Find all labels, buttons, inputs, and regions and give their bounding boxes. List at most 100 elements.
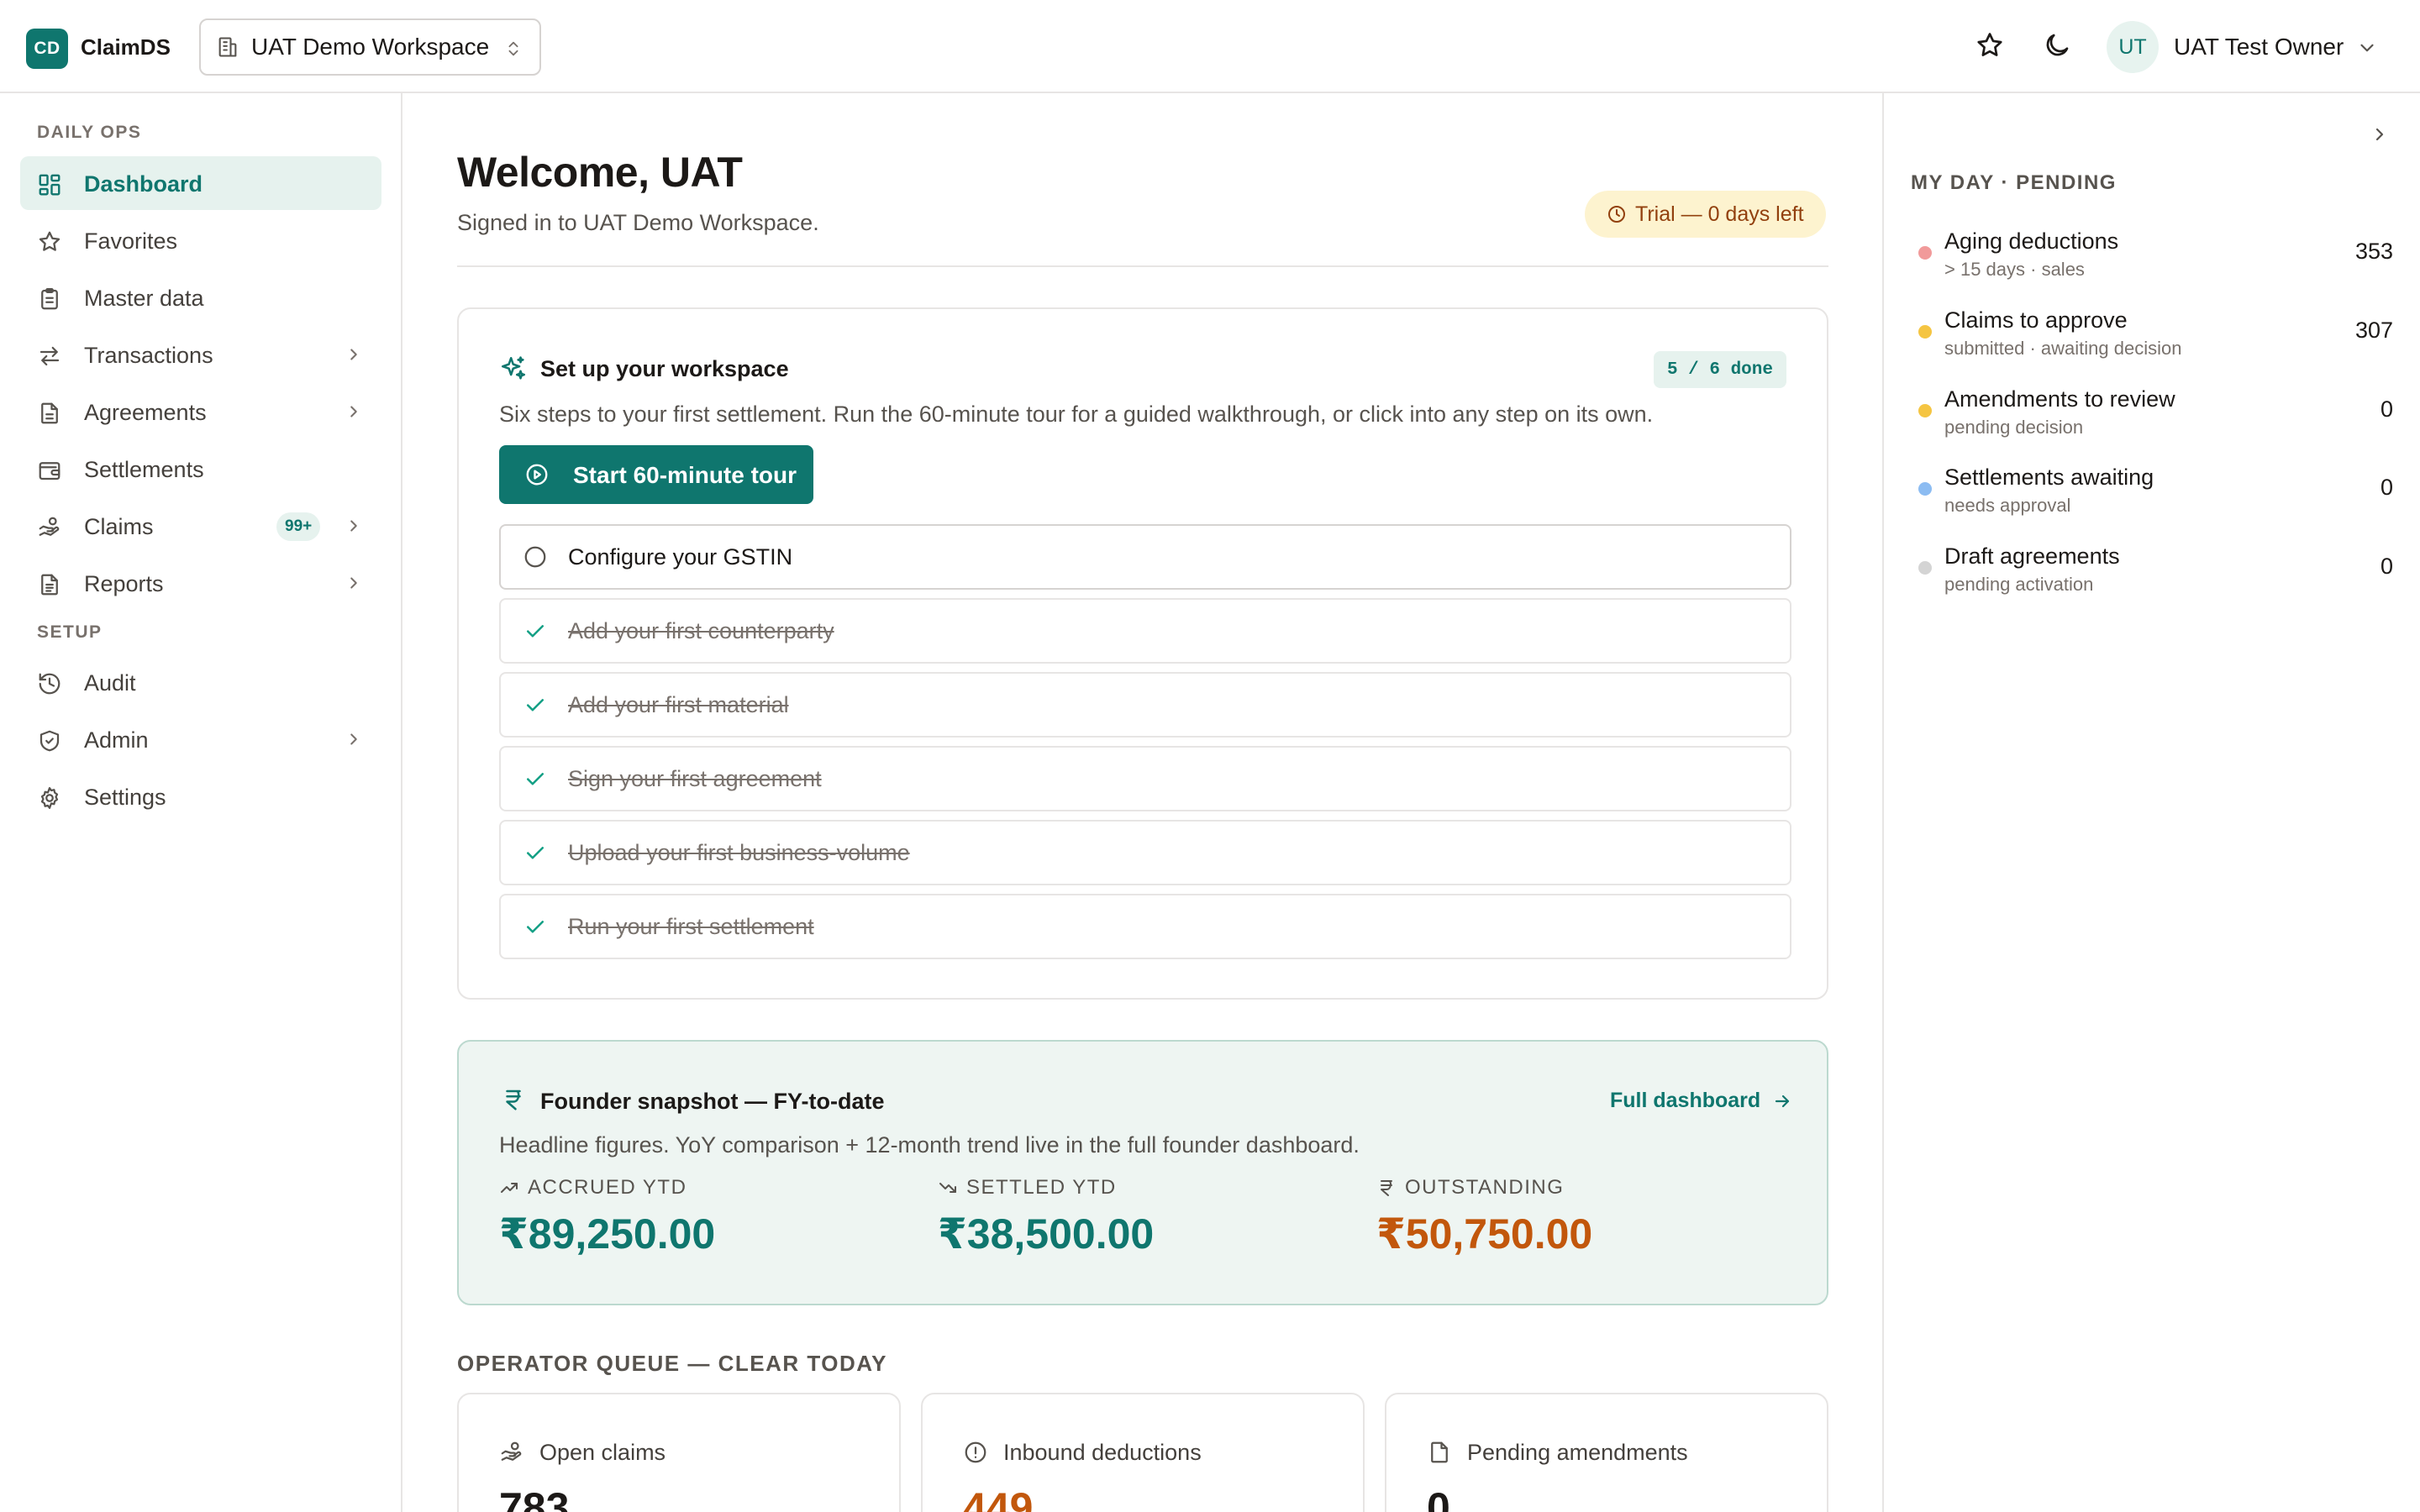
status-dot: [1918, 325, 1932, 339]
app-name[interactable]: ClaimDS: [81, 34, 171, 60]
claims-count-badge: 99+: [276, 512, 321, 541]
my-day-item-sub: needs approval: [1944, 495, 2071, 516]
trial-label: Trial — 0 days left: [1635, 202, 1804, 226]
queue-card-inbound-deductions[interactable]: Inbound deductions 449: [921, 1393, 1365, 1512]
workspace-switcher[interactable]: UAT Demo Workspace: [199, 18, 541, 76]
my-day-item-title: Aging deductions: [1944, 228, 2119, 254]
empty-circle-icon: [523, 544, 548, 570]
chevron-right-icon: [345, 517, 363, 535]
step-label: Upload your first business-volume: [568, 840, 910, 865]
divider: [457, 265, 1828, 267]
setup-step-settlement[interactable]: Run your first settlement: [499, 894, 1791, 959]
step-label: Add your first counterparty: [568, 618, 834, 643]
sidebar-item-label: Favorites: [84, 228, 178, 254]
my-day-item-amendments[interactable]: Amendments to review pending decision 0: [1911, 386, 2393, 445]
sidebar-item-label: Audit: [84, 670, 136, 696]
workspace-name: UAT Demo Workspace: [251, 34, 490, 60]
chevrons-up-down-icon: [504, 37, 523, 60]
status-dot: [1918, 404, 1932, 417]
step-label: Configure your GSTIN: [568, 544, 793, 570]
status-dot: [1918, 561, 1932, 575]
my-day-item-settlements-awaiting[interactable]: Settlements awaiting needs approval 0: [1911, 465, 2393, 523]
setup-description: Six steps to your first settlement. Run …: [499, 402, 1654, 427]
sidebar-item-admin[interactable]: Admin: [20, 712, 381, 766]
check-icon: [523, 840, 548, 865]
status-dot: [1918, 482, 1932, 496]
moon-icon[interactable]: [2042, 30, 2072, 60]
setup-step-agreement[interactable]: Sign your first agreement: [499, 746, 1791, 811]
clock-icon: [1607, 204, 1627, 224]
queue-value: 783: [499, 1484, 570, 1512]
check-icon: [523, 618, 548, 643]
queue-card-open-claims[interactable]: Open claims 783: [457, 1393, 901, 1512]
sidebar-item-label: Master data: [84, 286, 204, 311]
sidebar-item-favorites[interactable]: Favorites: [20, 213, 381, 267]
hand-coins-icon: [37, 515, 62, 540]
setup-title: Set up your workspace: [540, 356, 789, 381]
sidebar-item-settlements[interactable]: Settlements: [20, 442, 381, 496]
report-icon: [37, 572, 62, 597]
my-day-item-sub: > 15 days · sales: [1944, 259, 2085, 280]
setup-progress-badge: 5 / 6 done: [1653, 351, 1786, 388]
metric-settled-ytd: SETTLED YTD ₹38,500.00: [938, 1176, 1154, 1258]
setup-step-business-volume[interactable]: Upload your first business-volume: [499, 820, 1791, 885]
user-name[interactable]: UAT Test Owner: [2174, 34, 2344, 60]
alert-circle-icon: [963, 1440, 988, 1465]
chevron-down-icon[interactable]: [2356, 37, 2378, 59]
sidebar-item-label: Dashboard: [84, 171, 203, 197]
queue-value: 449: [963, 1484, 1034, 1512]
chevron-right-icon: [345, 730, 363, 748]
metric-accrued-ytd: ACCRUED YTD ₹89,250.00: [499, 1176, 715, 1258]
avatar[interactable]: UT: [2107, 21, 2159, 73]
sidebar-item-dashboard[interactable]: Dashboard: [20, 156, 381, 210]
sidebar-item-label: Agreements: [84, 400, 207, 425]
sidebar-item-reports[interactable]: Reports: [20, 556, 381, 610]
sidebar-item-audit[interactable]: Audit: [20, 655, 381, 709]
check-icon: [523, 692, 548, 717]
page-title: Welcome, UAT: [457, 149, 743, 196]
arrows-left-right-icon: [37, 344, 62, 369]
queue-card-pending-amendments[interactable]: Pending amendments 0: [1385, 1393, 1828, 1512]
sidebar-item-transactions[interactable]: Transactions: [20, 328, 381, 381]
app-logo[interactable]: CD: [26, 29, 68, 69]
signed-in-text: Signed in to UAT Demo Workspace.: [457, 210, 819, 235]
my-day-title: MY DAY · PENDING: [1911, 171, 2117, 194]
sidebar-item-agreements[interactable]: Agreements: [20, 385, 381, 438]
collapse-panel-chevron-icon[interactable]: [2370, 124, 2390, 144]
my-day-item-title: Draft agreements: [1944, 543, 2120, 569]
snapshot-title: Founder snapshot — FY-to-date: [540, 1089, 885, 1114]
metric-label: SETTLED YTD: [966, 1176, 1117, 1199]
trending-down-icon: [938, 1178, 958, 1198]
queue-label: Pending amendments: [1467, 1440, 1688, 1465]
setup-step-configure-gstin[interactable]: Configure your GSTIN: [499, 524, 1791, 590]
queue-value: 0: [1427, 1484, 1450, 1512]
metric-value: ₹89,250.00: [499, 1210, 716, 1257]
section-label-setup: SETUP: [37, 622, 103, 642]
arrow-right-icon: [1772, 1091, 1792, 1111]
my-day-item-claims-to-approve[interactable]: Claims to approve submitted · awaiting d…: [1911, 307, 2393, 366]
queue-label: Inbound deductions: [1003, 1440, 1202, 1465]
setup-workspace-card: Set up your workspace 5 / 6 done Six ste…: [457, 307, 1828, 1000]
my-day-item-count: 0: [2380, 554, 2393, 579]
sidebar-item-claims[interactable]: Claims 99+: [20, 499, 381, 553]
trial-badge: Trial — 0 days left: [1585, 191, 1826, 238]
start-tour-button[interactable]: Start 60-minute tour: [499, 445, 813, 504]
founder-snapshot-card: Founder snapshot — FY-to-date Full dashb…: [457, 1040, 1828, 1305]
trending-up-icon: [499, 1178, 519, 1198]
my-day-item-draft-agreements[interactable]: Draft agreements pending activation 0: [1911, 543, 2393, 602]
my-day-item-aging-deductions[interactable]: Aging deductions > 15 days · sales 353: [1911, 228, 2393, 287]
setup-step-material[interactable]: Add your first material: [499, 672, 1791, 738]
my-day-item-count: 353: [2354, 239, 2393, 264]
step-label: Add your first material: [568, 692, 789, 717]
sidebar-item-label: Admin: [84, 727, 149, 753]
sidebar-item-label: Settlements: [84, 457, 204, 482]
sidebar-item-master-data[interactable]: Master data: [20, 270, 381, 324]
sidebar-item-label: Transactions: [84, 343, 213, 368]
start-tour-label: Start 60-minute tour: [573, 462, 797, 488]
rupee-icon: [501, 1087, 526, 1112]
sidebar-item-settings[interactable]: Settings: [20, 769, 381, 823]
full-dashboard-link[interactable]: Full dashboard: [1610, 1089, 1792, 1113]
history-icon: [37, 671, 62, 696]
favorites-star-icon[interactable]: [1975, 30, 2005, 60]
setup-step-counterparty[interactable]: Add your first counterparty: [499, 598, 1791, 664]
